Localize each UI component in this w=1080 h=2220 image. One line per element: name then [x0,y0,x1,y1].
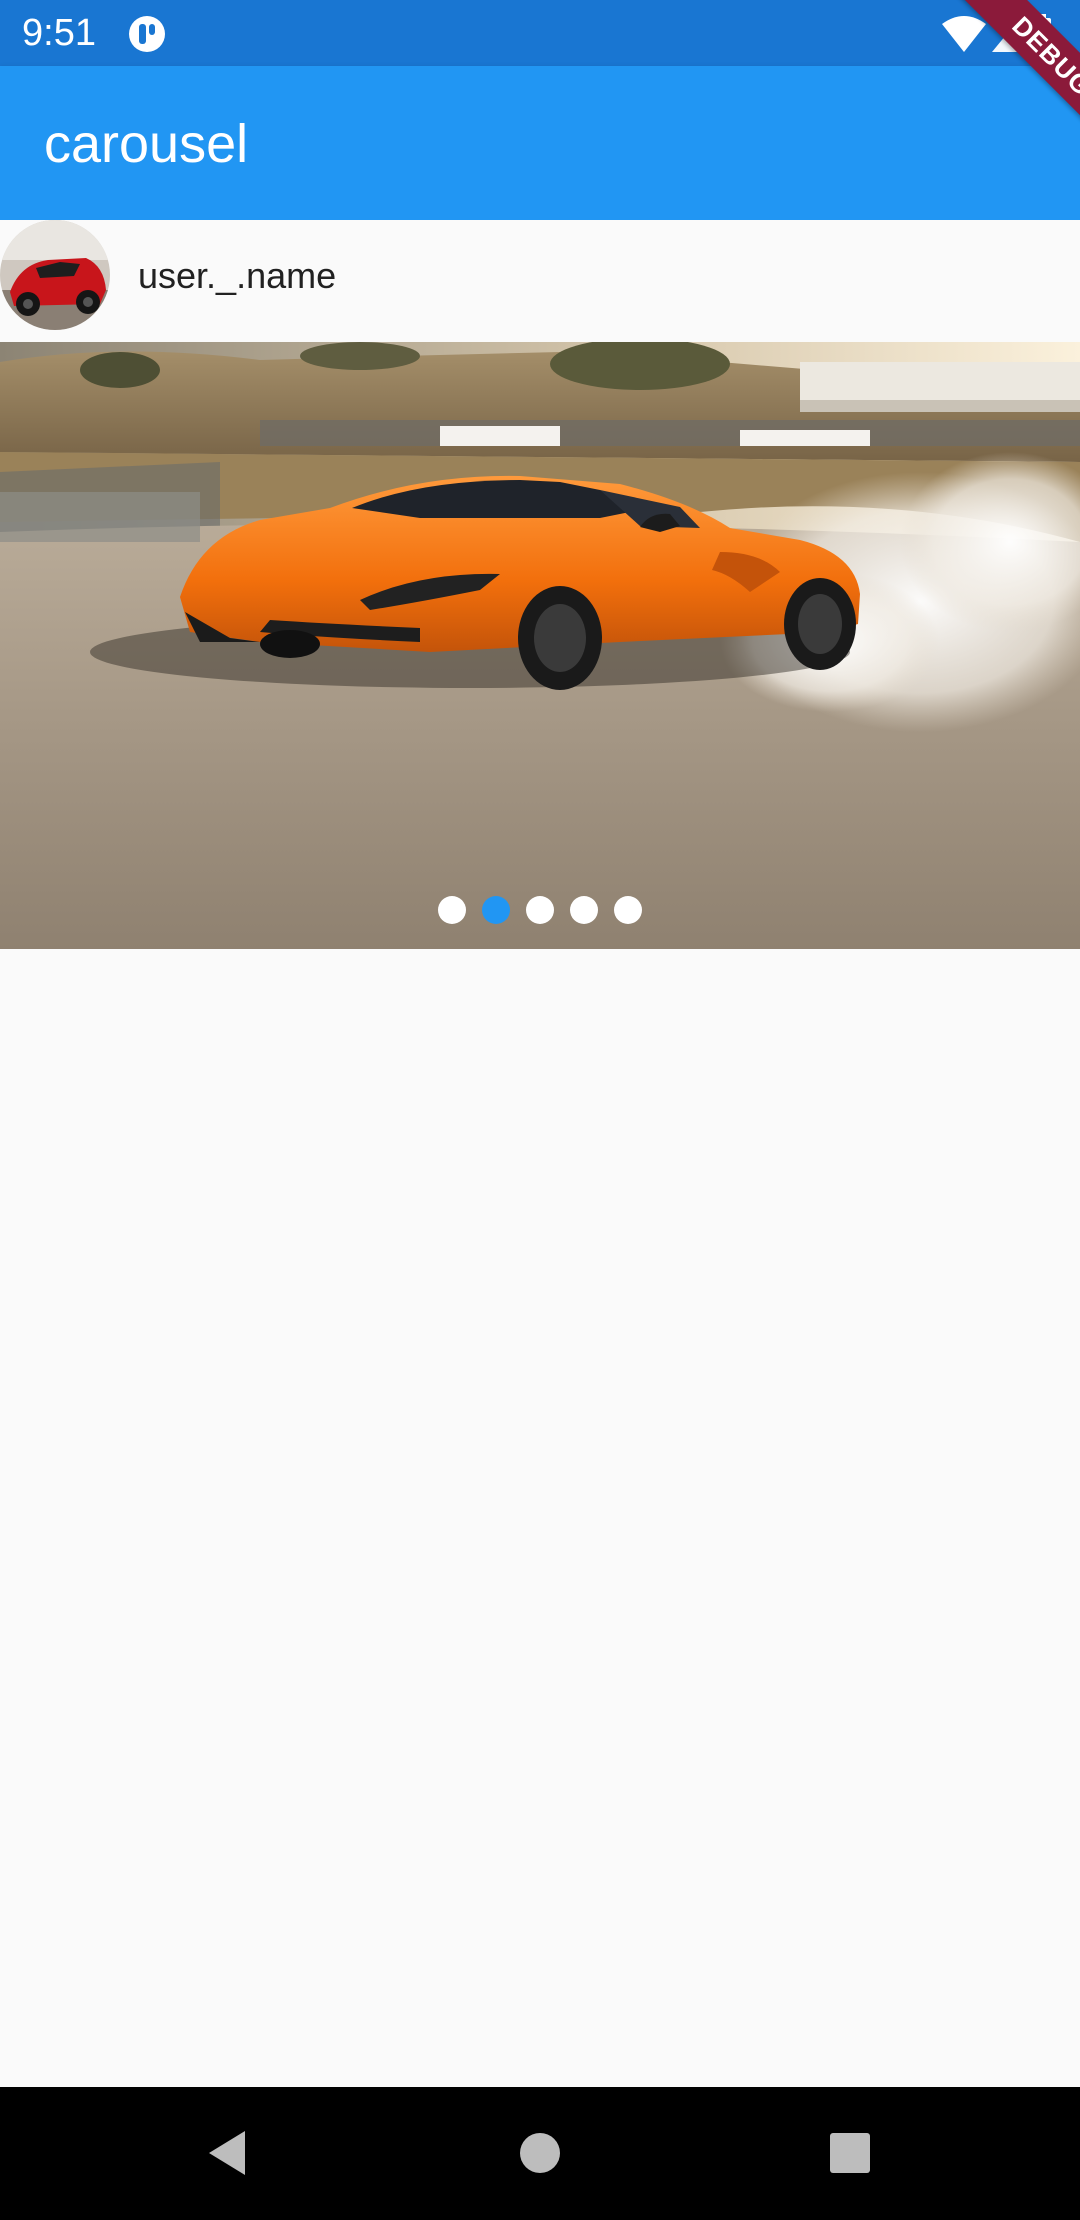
carousel-dot[interactable] [570,896,598,924]
app-notification-icon [129,16,165,52]
red-car-avatar-image [0,220,110,330]
carousel-dot-active[interactable] [482,896,510,924]
carousel-dot[interactable] [438,896,466,924]
carousel-dot[interactable] [526,896,554,924]
status-time: 9:51 [22,12,96,54]
debug-label: DEBUG [944,0,1080,160]
carousel-dot[interactable] [614,896,642,924]
system-nav-bar [0,2087,1080,2220]
carousel-indicator [0,896,1080,924]
back-icon[interactable] [195,2121,259,2185]
status-bar: 9:51 [0,0,1080,66]
avatar[interactable] [0,220,110,330]
user-header[interactable]: user._.name [0,220,1080,342]
orange-sports-car-photo [0,342,1080,949]
user-name[interactable]: user._.name [138,254,336,298]
recents-icon[interactable] [818,2121,882,2185]
image-carousel[interactable] [0,342,1080,949]
app-bar: carousel [0,66,1080,220]
page-title: carousel [44,114,249,174]
home-icon[interactable] [508,2121,572,2185]
debug-banner: DEBUG [920,0,1080,160]
